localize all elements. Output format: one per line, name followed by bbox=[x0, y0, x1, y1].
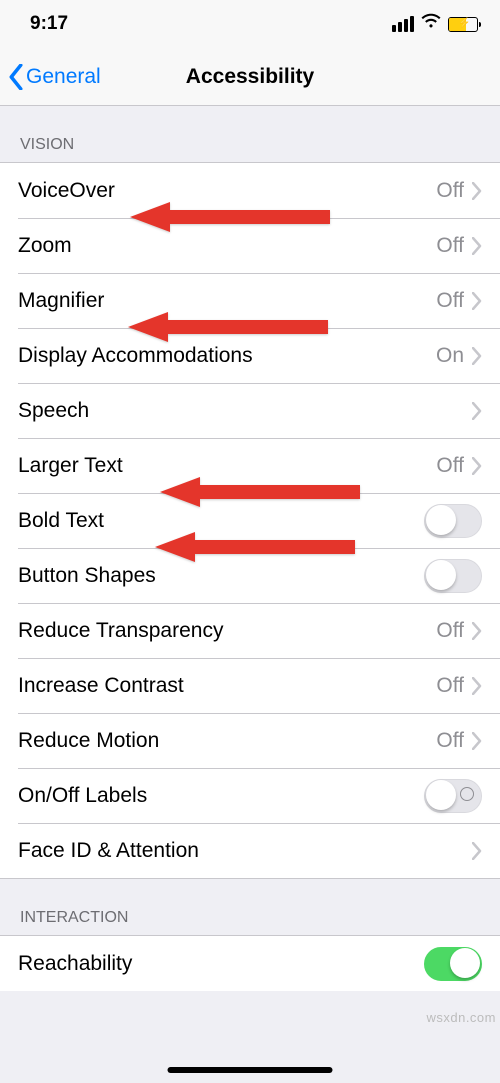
row-label: Speech bbox=[18, 399, 472, 423]
row-value: Off bbox=[436, 619, 464, 643]
row-zoom[interactable]: Zoom Off bbox=[0, 218, 500, 273]
row-label: Display Accommodations bbox=[18, 344, 436, 368]
row-label: On/Off Labels bbox=[18, 784, 424, 808]
row-label: Larger Text bbox=[18, 454, 436, 478]
interaction-list: Reachability bbox=[0, 935, 500, 991]
row-increase-contrast[interactable]: Increase Contrast Off bbox=[0, 658, 500, 713]
back-label: General bbox=[26, 65, 101, 89]
row-reachability[interactable]: Reachability bbox=[0, 936, 500, 991]
chevron-right-icon bbox=[472, 677, 482, 695]
row-larger-text[interactable]: Larger Text Off bbox=[0, 438, 500, 493]
row-label: Magnifier bbox=[18, 289, 436, 313]
row-display-accommodations[interactable]: Display Accommodations On bbox=[0, 328, 500, 383]
status-right: ⚡ bbox=[392, 13, 478, 35]
on-off-labels-switch[interactable] bbox=[424, 779, 482, 813]
row-on-off-labels[interactable]: On/Off Labels bbox=[0, 768, 500, 823]
row-value: Off bbox=[436, 289, 464, 313]
chevron-right-icon bbox=[472, 842, 482, 860]
vision-list: VoiceOver Off Zoom Off Magnifier Off Dis… bbox=[0, 162, 500, 879]
chevron-right-icon bbox=[472, 292, 482, 310]
row-label: VoiceOver bbox=[18, 179, 436, 203]
row-value: On bbox=[436, 344, 464, 368]
navigation-bar: General Accessibility bbox=[0, 48, 500, 106]
row-label: Bold Text bbox=[18, 509, 424, 533]
row-label: Increase Contrast bbox=[18, 674, 436, 698]
status-bar: 9:17 ⚡ bbox=[0, 0, 500, 48]
row-magnifier[interactable]: Magnifier Off bbox=[0, 273, 500, 328]
row-label: Face ID & Attention bbox=[18, 839, 472, 863]
chevron-right-icon bbox=[472, 622, 482, 640]
battery-icon: ⚡ bbox=[448, 17, 478, 32]
chevron-right-icon bbox=[472, 347, 482, 365]
chevron-right-icon bbox=[472, 237, 482, 255]
row-voiceover[interactable]: VoiceOver Off bbox=[0, 163, 500, 218]
cellular-signal-icon bbox=[392, 16, 414, 32]
reachability-switch[interactable] bbox=[424, 947, 482, 981]
row-value: Off bbox=[436, 454, 464, 478]
row-label: Button Shapes bbox=[18, 564, 424, 588]
status-time: 9:17 bbox=[30, 13, 68, 35]
watermark: wsxdn.com bbox=[426, 1010, 496, 1025]
section-header-interaction: INTERACTION bbox=[0, 879, 500, 935]
row-button-shapes[interactable]: Button Shapes bbox=[0, 548, 500, 603]
row-value: Off bbox=[436, 234, 464, 258]
row-value: Off bbox=[436, 729, 464, 753]
row-face-id-attention[interactable]: Face ID & Attention bbox=[0, 823, 500, 878]
section-header-vision: VISION bbox=[0, 106, 500, 162]
chevron-right-icon bbox=[472, 182, 482, 200]
wifi-icon bbox=[420, 13, 442, 35]
charging-bolt-icon: ⚡ bbox=[458, 19, 470, 29]
row-reduce-motion[interactable]: Reduce Motion Off bbox=[0, 713, 500, 768]
row-label: Reduce Transparency bbox=[18, 619, 436, 643]
row-label: Reachability bbox=[18, 952, 424, 976]
back-button[interactable]: General bbox=[8, 64, 101, 90]
chevron-right-icon bbox=[472, 402, 482, 420]
chevron-right-icon bbox=[472, 457, 482, 475]
row-reduce-transparency[interactable]: Reduce Transparency Off bbox=[0, 603, 500, 658]
bold-text-switch[interactable] bbox=[424, 504, 482, 538]
row-label: Reduce Motion bbox=[18, 729, 436, 753]
button-shapes-switch[interactable] bbox=[424, 559, 482, 593]
row-label: Zoom bbox=[18, 234, 436, 258]
chevron-right-icon bbox=[472, 732, 482, 750]
row-value: Off bbox=[436, 674, 464, 698]
row-bold-text[interactable]: Bold Text bbox=[0, 493, 500, 548]
row-speech[interactable]: Speech bbox=[0, 383, 500, 438]
chevron-left-icon bbox=[8, 64, 24, 90]
home-indicator[interactable] bbox=[168, 1067, 333, 1073]
row-value: Off bbox=[436, 179, 464, 203]
